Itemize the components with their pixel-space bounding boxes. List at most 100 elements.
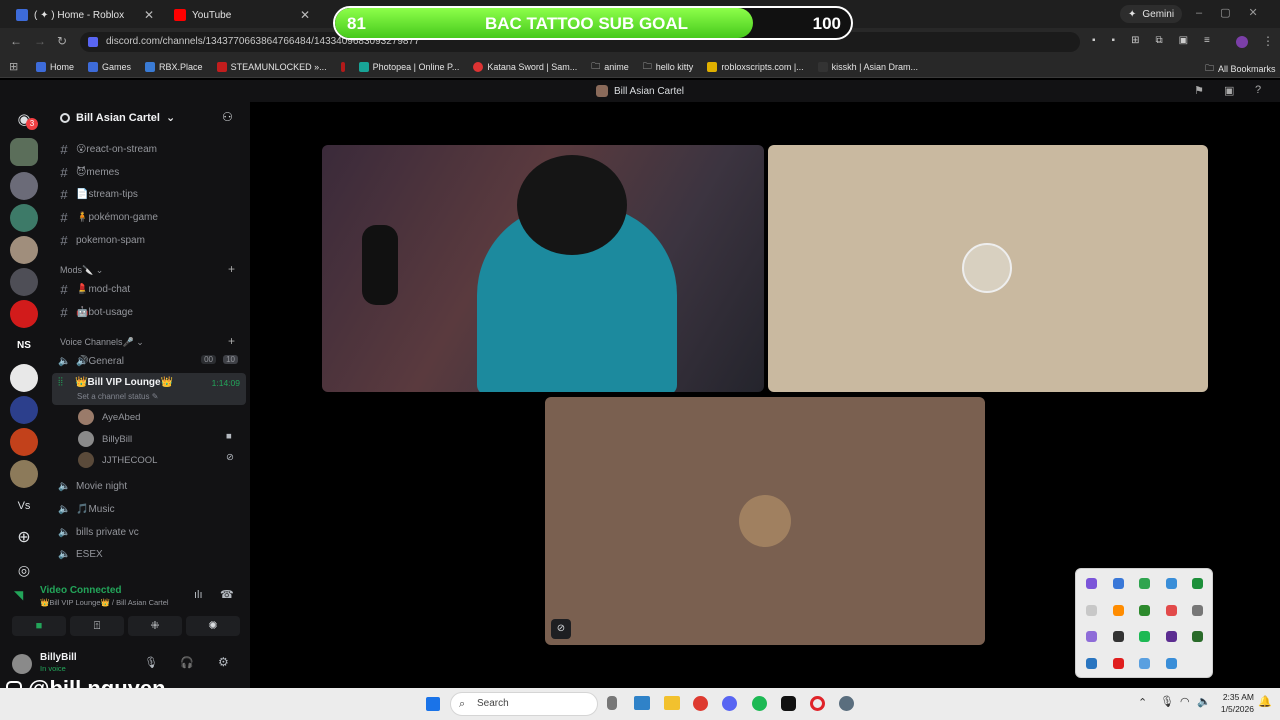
app-icon[interactable] <box>781 696 796 711</box>
help-icon[interactable]: ? <box>1255 84 1261 96</box>
spotify-icon[interactable] <box>752 696 767 711</box>
server-icon[interactable] <box>10 460 38 488</box>
add-server-icon[interactable]: ⊕ <box>10 524 38 552</box>
voice-channel-movie-night[interactable]: 🔈 Movie night <box>58 477 127 495</box>
task-view-icon[interactable] <box>607 696 617 710</box>
settings-icon[interactable] <box>839 696 854 711</box>
tray-app-icon[interactable] <box>1086 631 1097 642</box>
channel-react-on-stream[interactable]: # 😮react-on-stream <box>58 140 157 158</box>
voice-channel-vip-lounge[interactable]: ⦙⦙ 👑Bill VIP Lounge👑 1:14:09 Set a chann… <box>52 373 246 405</box>
tray-app-icon[interactable] <box>1112 578 1124 589</box>
server-icon-ns[interactable]: NS <box>10 332 38 360</box>
tray-app-icon[interactable] <box>1139 578 1150 589</box>
widgets-icon[interactable] <box>634 696 650 710</box>
disconnect-icon[interactable]: ☎ <box>220 588 234 601</box>
add-channel-icon[interactable]: + <box>228 334 235 348</box>
server-icon[interactable] <box>10 268 38 296</box>
noise-suppression-icon[interactable]: ılı <box>194 589 203 601</box>
category-voice-channels[interactable]: Voice Channels🎤 ⌄ <box>60 337 144 348</box>
channel-mod-chat[interactable]: # 💄mod-chat <box>58 280 130 298</box>
close-icon[interactable]: ✕ <box>300 8 310 22</box>
channel-pokemon-spam[interactable]: # pokemon-spam <box>58 231 145 249</box>
apps-icon[interactable]: ⊞ <box>9 60 18 73</box>
activities-button[interactable]: ⁜ <box>128 616 182 636</box>
add-channel-icon[interactable]: + <box>228 262 235 276</box>
tray-app-icon[interactable] <box>1086 604 1097 616</box>
bookmark-photopea[interactable]: Photopea | Online P... <box>358 61 459 72</box>
tray-app-icon[interactable] <box>1192 604 1203 616</box>
gear-icon[interactable]: ⚙ <box>218 655 229 669</box>
avatar[interactable] <box>1236 36 1248 48</box>
voice-user-billybill[interactable]: BillyBill ■ <box>78 431 238 447</box>
bookmark-home[interactable]: Home <box>36 61 74 72</box>
tray-app-icon[interactable] <box>1139 631 1150 642</box>
voice-connected-status[interactable]: Video Connected <box>40 585 122 596</box>
server-icon-vs[interactable]: Vs <box>10 492 38 520</box>
voice-channel-music[interactable]: 🔈 🎵Music <box>58 500 115 518</box>
bookmark-games[interactable]: Games <box>88 61 131 72</box>
server-icon[interactable] <box>10 364 38 392</box>
notification-icon[interactable]: 🔔 <box>1258 695 1272 708</box>
bookmark-pin[interactable] <box>340 61 345 72</box>
microphone-icon[interactable]: 🎙 <box>144 656 158 669</box>
video-tile-jjthecool[interactable]: ⊘ <box>545 397 985 645</box>
clock[interactable]: 2:35 AM 1/5/2026 <box>1218 691 1254 715</box>
extension-icons[interactable]: ▪▪⊞⧉▣≡ <box>1092 35 1226 46</box>
bookmark-robloxscripts[interactable]: robloxscripts.com |... <box>707 61 804 72</box>
video-tile-camera[interactable] <box>322 145 764 392</box>
channel-memes[interactable]: # 😈memes <box>58 163 119 181</box>
bookmark-steamunlocked[interactable]: STEAMUNLOCKED »... <box>216 61 327 72</box>
file-explorer-icon[interactable] <box>664 696 680 710</box>
tray-app-icon[interactable] <box>1192 631 1203 642</box>
discord-icon[interactable] <box>722 696 737 711</box>
tray-app-icon[interactable] <box>1165 657 1177 669</box>
server-icon[interactable] <box>10 396 38 424</box>
tray-app-icon[interactable] <box>1165 631 1177 642</box>
tray-app-icon[interactable] <box>1192 578 1203 589</box>
voice-user-ayeabed[interactable]: AyeAbed <box>78 409 140 425</box>
tray-app-icon[interactable] <box>1112 657 1124 669</box>
server-icon-active[interactable] <box>10 138 38 166</box>
reload-icon[interactable]: ↻ <box>57 34 67 48</box>
channel-stream-tips[interactable]: # 📄stream-tips <box>58 185 138 203</box>
bookmark-rbxplace[interactable]: RBX.Place <box>145 61 203 72</box>
microphone-icon[interactable]: 🎙 <box>1160 695 1174 708</box>
among-us-server-icon[interactable] <box>10 300 38 328</box>
headphones-icon[interactable]: 🎧 <box>180 656 194 669</box>
voice-user-jjthecool[interactable]: JJTHECOOL ⊘ <box>78 452 238 468</box>
volume-icon[interactable]: 🔈 <box>1197 695 1211 708</box>
wifi-icon[interactable]: ◠ <box>1180 695 1190 708</box>
search-box[interactable]: ⌕ Search <box>450 692 598 716</box>
avatar[interactable] <box>12 654 32 674</box>
bookmark-anime[interactable]: 🗀 anime <box>591 59 629 75</box>
bookmark-katana[interactable]: Katana Sword | Sam... <box>473 61 577 72</box>
channel-pokemon-game[interactable]: # 🧍pokémon-game <box>58 208 158 226</box>
bookmark-hello-kitty[interactable]: 🗀 hello kitty <box>643 59 694 75</box>
gemini-button[interactable]: ✦ Gemini <box>1120 5 1183 23</box>
tab-roblox[interactable]: ( ✦ ) Home - Roblox ✕ <box>8 4 160 26</box>
tray-app-icon[interactable] <box>1139 657 1150 669</box>
soundboard-button[interactable]: ✺ <box>186 616 240 636</box>
server-icon[interactable] <box>10 236 38 264</box>
tray-app-icon[interactable] <box>1139 604 1150 616</box>
video-tile-ayeabed[interactable] <box>768 145 1208 392</box>
back-icon[interactable]: ← <box>10 34 22 48</box>
forward-icon[interactable]: → <box>34 34 46 48</box>
bookmark-kisskh[interactable]: kisskh | Asian Dram... <box>817 61 918 72</box>
voice-channel-esex[interactable]: 🔈 ESEX <box>58 545 103 563</box>
tray-app-icon[interactable] <box>1112 604 1124 616</box>
tray-app-icon[interactable] <box>1192 657 1203 669</box>
screen-share-button[interactable]: ⍐ <box>70 616 124 636</box>
window-controls[interactable]: –▢✕ <box>1196 6 1276 19</box>
tray-app-icon[interactable] <box>1165 604 1177 616</box>
server-header[interactable]: Bill Asian Cartel ⌄ <box>60 111 175 124</box>
tab-youtube[interactable]: YouTube ✕ <box>166 4 316 26</box>
server-icon[interactable] <box>10 204 38 232</box>
close-icon[interactable]: ✕ <box>144 8 154 22</box>
voice-channel-bills-private-vc[interactable]: 🔈 bills private vc <box>58 523 139 541</box>
all-bookmarks[interactable]: 🗀 All Bookmarks <box>1205 61 1276 77</box>
voice-channel-general[interactable]: 🔈 🔊General 00 10 <box>58 352 238 370</box>
camera-button[interactable]: ■ <box>12 616 66 636</box>
self-username[interactable]: BillyBill <box>40 652 77 663</box>
voice-location[interactable]: 👑Bill VIP Lounge👑 / Bill Asian Cartel <box>40 598 169 607</box>
